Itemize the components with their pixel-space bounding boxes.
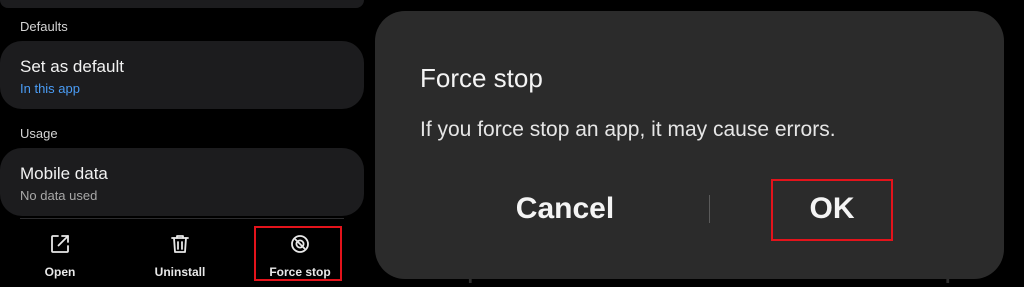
cancel-button[interactable]: Cancel [460,178,670,240]
mobile-data-title: Mobile data [20,164,108,183]
ok-highlight [771,179,893,241]
button-separator [709,195,710,223]
section-label-defaults: Defaults [20,19,68,34]
app-info-panel: Defaults Set as default In this app Usag… [0,0,376,287]
dialog-message: If you force stop an app, it may cause e… [420,118,836,141]
uninstall-label: Uninstall [154,265,206,279]
uninstall-button[interactable]: Uninstall [133,226,227,281]
mobile-data-card[interactable]: Mobile data No data used [0,148,364,216]
set-as-default-subtitle: In this app [20,81,80,96]
trash-icon [169,232,191,256]
open-label: Open [44,265,76,279]
card-remnant [0,0,364,8]
mobile-data-subtitle: No data used [20,188,98,203]
divider [20,218,344,219]
force-stop-highlight [254,226,342,281]
open-external-icon [49,232,71,256]
open-button[interactable]: Open [13,226,107,281]
section-label-usage: Usage [20,126,58,141]
set-as-default-title: Set as default [20,57,124,76]
force-stop-dialog: Force stop If you force stop an app, it … [375,11,1004,279]
set-as-default-card[interactable]: Set as default In this app [0,41,364,109]
dialog-title: Force stop [420,63,543,93]
